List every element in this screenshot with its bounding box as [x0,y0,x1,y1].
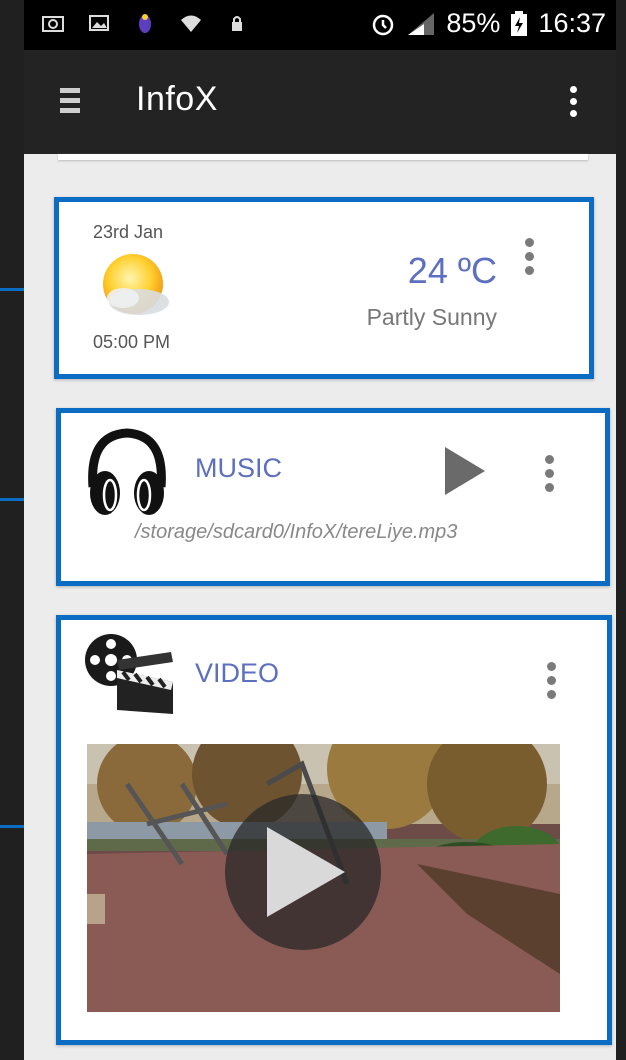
weather-condition: Partly Sunny [366,304,497,330]
video-card[interactable]: VIDEO [56,615,612,1045]
camera-icon [42,16,64,32]
status-bar: 85% 16:37 [24,0,616,50]
weather-date: 23rd Jan [93,222,164,242]
weather-menu-icon[interactable] [525,238,535,278]
battery-percent: 85% [446,8,501,38]
video-thumbnail[interactable] [87,744,560,1012]
weather-card[interactable]: 23rd Jan 05:00 PM 24 ºC Partly Sunny [54,197,594,379]
clock-time: 16:37 [538,8,606,38]
music-label: MUSIC [195,453,282,483]
play-triangle-icon [267,827,345,917]
wifi-icon [181,15,201,32]
phone-screen: 85% 16:37 InfoX 23rd Jan 05:00 PM 24 ºC [24,0,616,1060]
film-reel-icon [85,634,173,714]
weather-temperature: 24 ºC [407,250,497,291]
signal-icon [408,12,435,35]
previous-card-edge [58,154,588,160]
headphones-icon [88,428,166,515]
more-vert-icon[interactable] [570,86,578,118]
video-play-button[interactable] [225,794,381,950]
app-bar: InfoX [24,50,616,154]
battery-icon [511,10,528,36]
music-menu-icon[interactable] [545,455,555,495]
image-icon [89,15,109,31]
lock-icon [232,16,242,31]
video-label: VIDEO [195,658,280,688]
weather-time: 05:00 PM [93,332,171,352]
partly-sunny-icon [103,254,169,315]
app-icon [139,14,151,33]
video-menu-icon[interactable] [547,662,557,702]
hamburger-icon[interactable] [60,88,80,114]
alarm-icon [373,14,394,35]
music-file-path: /storage/sdcard0/InfoX/tereLiye.mp3 [135,521,458,543]
app-title: InfoX [136,80,218,118]
play-icon[interactable] [443,445,487,497]
music-card[interactable]: MUSIC /storage/sdcard0/InfoX/tereLiye.mp… [56,408,610,586]
